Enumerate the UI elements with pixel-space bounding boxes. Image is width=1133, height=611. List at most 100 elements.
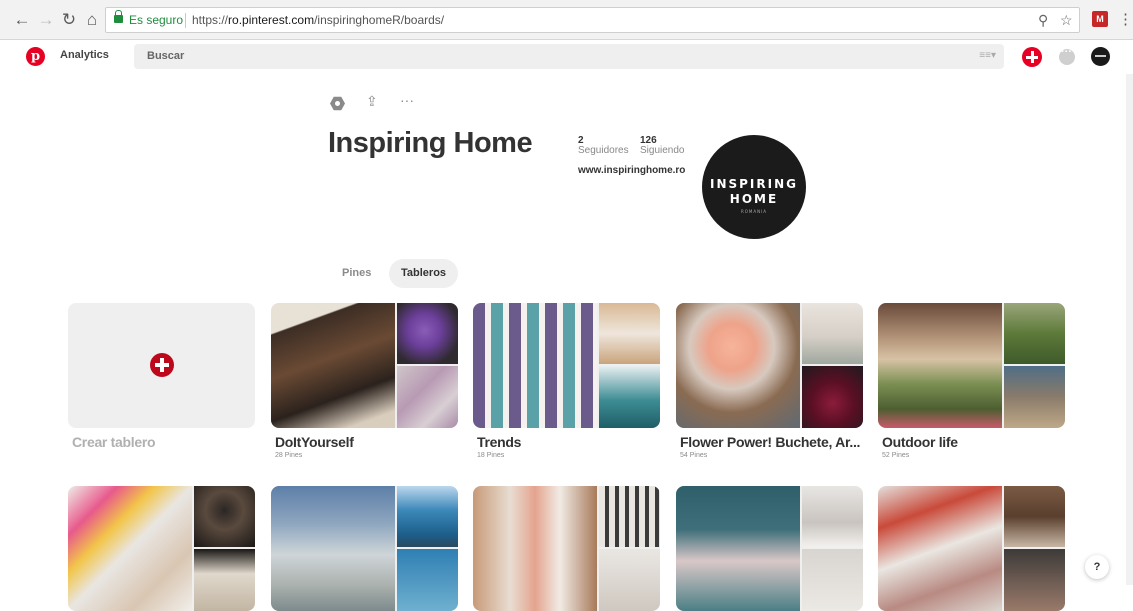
- following-label: Siguiendo: [640, 145, 685, 156]
- url-scheme: https://: [192, 13, 229, 27]
- tab-tableros[interactable]: Tableros: [389, 259, 459, 288]
- board-cover-main-image: [473, 486, 597, 611]
- pinterest-header: p Analytics Buscar ≡≡▾: [0, 40, 1133, 74]
- profile-name: Inspiring Home: [328, 127, 533, 159]
- url-path: /inspiringhomeR/boards/: [314, 13, 445, 27]
- profile-avatar: INSPIRING HOME ROMANIA: [702, 135, 806, 239]
- lock-icon: [114, 10, 123, 23]
- board-cover[interactable]: [68, 486, 255, 611]
- board-cover[interactable]: [271, 486, 458, 611]
- search-filter-icon[interactable]: ≡≡▾: [979, 50, 996, 61]
- secure-label: Es seguro: [129, 13, 184, 27]
- board-cover[interactable]: [473, 486, 660, 611]
- board-card[interactable]: [68, 486, 255, 611]
- board-title[interactable]: Outdoor life: [882, 434, 958, 450]
- address-bar[interactable]: Es seguro https://ro.pinterest.com/inspi…: [105, 7, 1080, 33]
- url-text[interactable]: https://ro.pinterest.com/inspiringhomeR/…: [192, 13, 444, 27]
- create-board-cover[interactable]: [68, 303, 255, 428]
- board-cover-image: [1004, 303, 1065, 364]
- url-separator: [185, 13, 186, 28]
- board-cover-image: [194, 549, 255, 611]
- board-pin-count: 18 Pines: [477, 452, 505, 459]
- avatar-text-line3: ROMANIA: [740, 209, 768, 214]
- board-cover[interactable]: [878, 303, 1065, 428]
- search-input[interactable]: Buscar ≡≡▾: [134, 44, 1004, 69]
- search-placeholder: Buscar: [147, 50, 185, 62]
- board-cover-image: [1004, 549, 1065, 611]
- board-cover-image: [802, 486, 863, 547]
- board-cover-image: [1004, 486, 1065, 547]
- create-board-plus-icon[interactable]: [150, 353, 174, 377]
- board-card[interactable]: [473, 486, 660, 611]
- board-cover-image: [599, 303, 660, 364]
- browser-menu-icon[interactable]: ⋮: [1118, 10, 1133, 28]
- board-cover[interactable]: [878, 486, 1065, 611]
- board-card[interactable]: Outdoor life 52 Pines: [878, 303, 1065, 463]
- forward-icon[interactable]: →: [36, 9, 56, 31]
- board-cover-image: [599, 486, 660, 547]
- browser-toolbar: ← → ↻ ⌂ Es seguro https://ro.pinterest.c…: [0, 0, 1133, 40]
- board-card[interactable]: Trends 18 Pines: [473, 303, 660, 463]
- board-cover-main-image: [878, 486, 1002, 611]
- url-host: ro.pinterest.com: [228, 13, 315, 27]
- create-board-card[interactable]: Crear tablero: [68, 303, 255, 463]
- website-link[interactable]: www.inspiringhome.ro: [578, 165, 685, 176]
- zoom-icon[interactable]: ⚲: [1038, 12, 1048, 29]
- board-card[interactable]: [271, 486, 458, 611]
- share-icon[interactable]: ⇪: [366, 93, 378, 110]
- board-pin-count: 52 Pines: [882, 452, 910, 459]
- board-cover-main-image: [271, 303, 395, 428]
- board-cover-image: [397, 303, 458, 364]
- reload-icon[interactable]: ↻: [59, 9, 79, 31]
- board-cover-main-image: [271, 486, 395, 611]
- board-cover-main-image: [473, 303, 597, 428]
- board-cover-main-image: [68, 486, 192, 611]
- board-cover[interactable]: [676, 303, 863, 428]
- analytics-link[interactable]: Analytics: [60, 49, 109, 61]
- board-cover-image: [1004, 366, 1065, 428]
- board-card[interactable]: [878, 486, 1065, 611]
- board-cover-main-image: [878, 303, 1002, 428]
- user-avatar[interactable]: [1091, 47, 1110, 66]
- board-cover-image: [802, 549, 863, 611]
- avatar-text-line2: HOME: [729, 192, 779, 206]
- back-icon[interactable]: ←: [12, 9, 32, 31]
- board-cover-image: [194, 486, 255, 547]
- bookmark-star-icon[interactable]: ☆: [1060, 12, 1073, 29]
- create-board-label[interactable]: Crear tablero: [72, 434, 156, 450]
- board-title[interactable]: Trends: [477, 434, 521, 450]
- extension-icon[interactable]: M: [1092, 11, 1108, 27]
- add-pin-icon[interactable]: [1022, 47, 1042, 67]
- board-card[interactable]: Flower Power! Buchete, Ar... 54 Pines: [676, 303, 863, 463]
- settings-icon[interactable]: [330, 96, 345, 111]
- page-scrollbar[interactable]: [1126, 74, 1133, 585]
- board-cover[interactable]: [676, 486, 863, 611]
- followers-label: Seguidores: [578, 145, 629, 156]
- board-card[interactable]: DoItYourself 28 Pines: [271, 303, 458, 463]
- board-cover-image: [397, 549, 458, 611]
- board-cover-image: [599, 366, 660, 428]
- board-title[interactable]: Flower Power! Buchete, Ar...: [680, 434, 860, 450]
- board-cover-main-image: [676, 303, 800, 428]
- board-pin-count: 28 Pines: [275, 452, 303, 459]
- following-stat[interactable]: 126 Siguiendo: [640, 136, 684, 156]
- board-cover-image: [397, 366, 458, 428]
- board-pin-count: 54 Pines: [680, 452, 708, 459]
- board-card[interactable]: [676, 486, 863, 611]
- help-button[interactable]: ?: [1085, 555, 1109, 579]
- board-cover-image: [802, 303, 863, 364]
- board-cover[interactable]: [271, 303, 458, 428]
- board-cover-image: [599, 549, 660, 611]
- board-cover[interactable]: [473, 303, 660, 428]
- avatar-text-line1: INSPIRING: [709, 177, 798, 191]
- messages-icon[interactable]: [1059, 46, 1075, 65]
- home-icon[interactable]: ⌂: [82, 9, 102, 31]
- board-title[interactable]: DoItYourself: [275, 434, 354, 450]
- tab-pines[interactable]: Pines: [330, 259, 383, 288]
- followers-stat[interactable]: 2 Seguidores: [578, 136, 629, 156]
- board-cover-image: [802, 366, 863, 428]
- board-cover-main-image: [676, 486, 800, 611]
- board-cover-image: [397, 486, 458, 547]
- pinterest-logo-icon[interactable]: p: [26, 47, 45, 66]
- more-options-icon[interactable]: ···: [400, 92, 414, 108]
